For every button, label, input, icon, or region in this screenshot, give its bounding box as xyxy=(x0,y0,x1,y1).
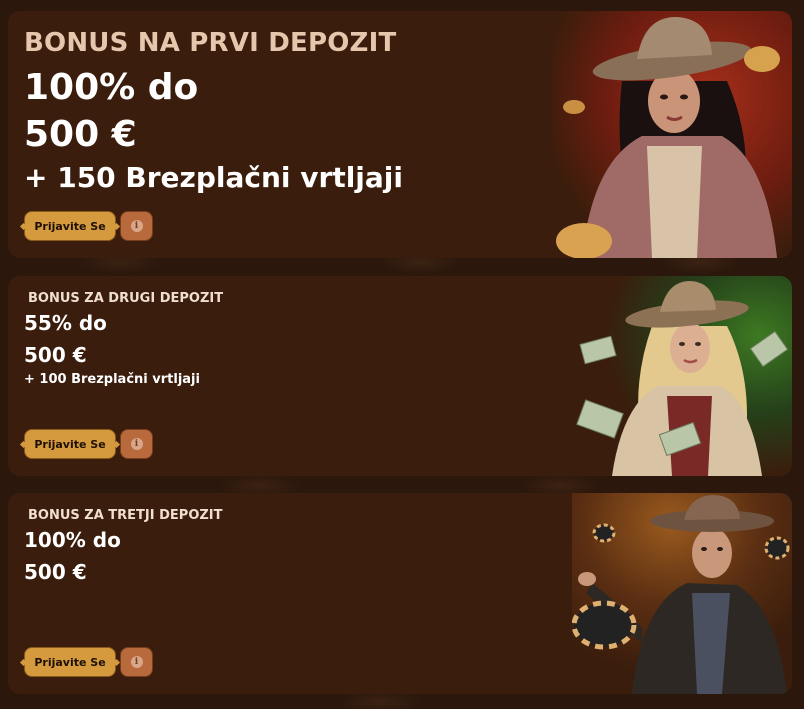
bonus-percent: 100% do xyxy=(24,528,121,552)
bonus-amount: 500 € xyxy=(24,114,137,155)
register-button[interactable]: Prijavite Se xyxy=(24,211,116,241)
bonus-label: BONUS ZA TRETJI DEPOZIT xyxy=(28,508,223,523)
register-button[interactable]: Prijavite Se xyxy=(24,429,116,459)
info-button[interactable]: i xyxy=(120,211,153,241)
bonus-free-spins: + 150 Brezplačni vrtljaji xyxy=(24,161,403,194)
info-icon: i xyxy=(130,656,143,668)
cowgirl-illustration xyxy=(552,11,792,258)
info-icon: i xyxy=(130,438,143,450)
bonus-percent: 100% do xyxy=(24,67,199,108)
bonus-amount: 500 € xyxy=(24,560,87,584)
register-button[interactable]: Prijavite Se xyxy=(24,647,116,677)
cowboy-illustration xyxy=(572,493,792,694)
bonus-label: BONUS ZA DRUGI DEPOZIT xyxy=(28,291,224,306)
bonus-card-second-deposit: BONUS ZA DRUGI DEPOZIT 55% do 500 € + 10… xyxy=(8,276,792,476)
info-button[interactable]: i xyxy=(120,647,153,677)
cowgirl-blonde-illustration xyxy=(572,276,792,476)
bonus-label: BONUS NA PRVI DEPOZIT xyxy=(24,28,397,58)
bonus-card-first-deposit: BONUS NA PRVI DEPOZIT 100% do 500 € + 15… xyxy=(8,11,792,258)
bonus-amount: 500 € xyxy=(24,343,87,367)
info-icon: i xyxy=(130,220,143,232)
bonus-percent: 55% do xyxy=(24,311,107,335)
bonus-free-spins: + 100 Brezplačni vrtljaji xyxy=(24,372,200,387)
info-button[interactable]: i xyxy=(120,429,153,459)
bonus-card-third-deposit: BONUS ZA TRETJI DEPOZIT 100% do 500 € Pr… xyxy=(8,493,792,694)
